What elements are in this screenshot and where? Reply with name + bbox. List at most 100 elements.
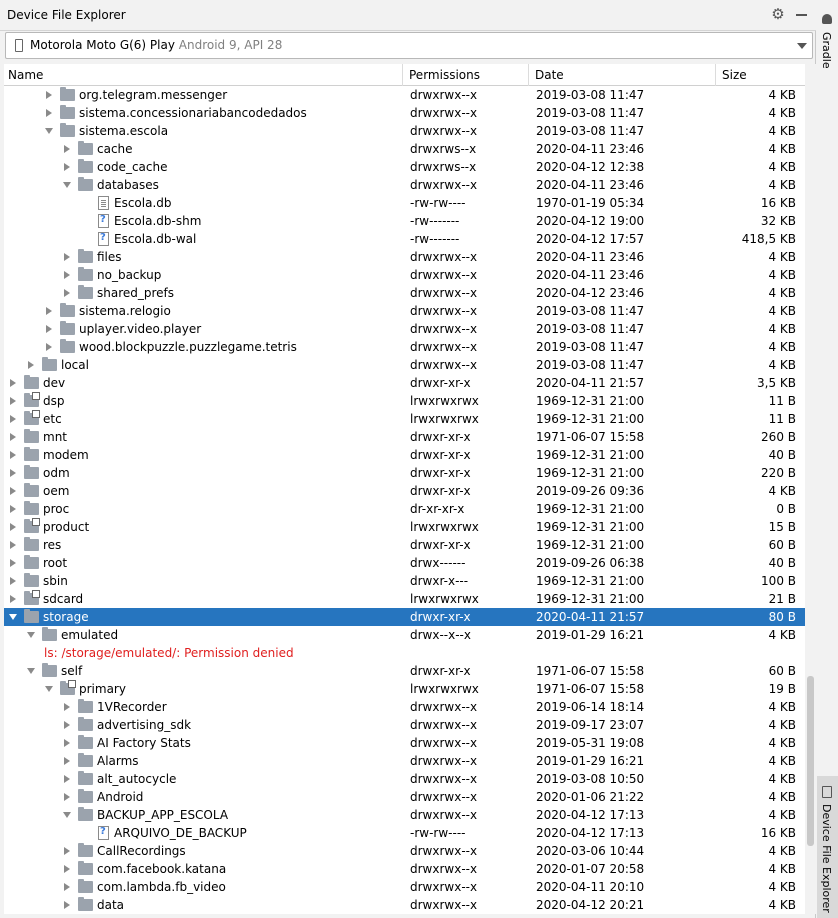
table-row[interactable]: Android drwxrwx--x 2020-01-06 21:22 4 KB bbox=[4, 788, 805, 806]
chevron-right-icon[interactable] bbox=[8, 482, 18, 500]
table-row[interactable]: Escola.db-wal -rw------- 2020-04-12 17:57 4… bbox=[4, 230, 805, 248]
table-row[interactable]: ls: /storage/emulated/: Permission denie… bbox=[4, 644, 805, 662]
table-row[interactable]: mnt drwxr-xr-x 1971-06-07 15:58 260 B bbox=[4, 428, 805, 446]
table-row[interactable]: com.facebook.katana drwxrwx--x 2020-01-07 … bbox=[4, 860, 805, 878]
chevron-right-icon[interactable] bbox=[8, 410, 18, 428]
table-row[interactable]: oem drwxr-xr-x 2019-09-26 09:36 4 KB bbox=[4, 482, 805, 500]
chevron-right-icon[interactable] bbox=[44, 338, 54, 356]
column-header-date[interactable]: Date bbox=[535, 68, 564, 82]
table-row[interactable]: uplayer.video.player drwxrwx--x 2019-03-08… bbox=[4, 320, 805, 338]
table-row[interactable]: ARQUIVO_DE_BACKUP -rw-rw---- 2020-04-12 17… bbox=[4, 824, 805, 842]
chevron-right-icon[interactable] bbox=[62, 752, 72, 770]
chevron-right-icon[interactable] bbox=[44, 86, 54, 104]
table-row[interactable]: modem drwxr-xr-x 1969-12-31 21:00 40 B bbox=[4, 446, 805, 464]
table-row[interactable]: proc dr-xr-xr-x 1969-12-31 21:00 0 B bbox=[4, 500, 805, 518]
table-row[interactable]: databases drwxrwx--x 2020-04-11 23:46 4 KB bbox=[4, 176, 805, 194]
table-row[interactable]: code_cache drwxrws--x 2020-04-12 12:38 4 KB bbox=[4, 158, 805, 176]
table-row[interactable]: storage drwxr-xr-x 2020-04-11 21:57 80 B bbox=[4, 608, 805, 626]
chevron-right-icon[interactable] bbox=[8, 446, 18, 464]
chevron-right-icon[interactable] bbox=[8, 374, 18, 392]
chevron-right-icon[interactable] bbox=[62, 878, 72, 896]
scrollbar-thumb[interactable] bbox=[807, 676, 814, 846]
table-row[interactable]: etc lrwxrwxrwx 1969-12-31 21:00 11 B bbox=[4, 410, 805, 428]
table-row[interactable]: emulated drwx--x--x 2019-01-29 16:21 4 KB bbox=[4, 626, 805, 644]
chevron-down-icon[interactable] bbox=[797, 43, 807, 49]
table-row[interactable]: Escola.db -rw-rw---- 1970-01-19 05:34 16 KB bbox=[4, 194, 805, 212]
gradle-tab[interactable]: Gradle bbox=[817, 8, 838, 70]
chevron-right-icon[interactable] bbox=[62, 284, 72, 302]
chevron-right-icon[interactable] bbox=[62, 788, 72, 806]
table-row[interactable]: sbin drwxr-x--- 1969-12-31 21:00 100 B bbox=[4, 572, 805, 590]
chevron-right-icon[interactable] bbox=[62, 770, 72, 788]
chevron-right-icon[interactable] bbox=[62, 734, 72, 752]
table-row[interactable]: Escola.db-shm -rw------- 2020-04-12 19:00 3… bbox=[4, 212, 805, 230]
gear-icon[interactable]: ⚙ bbox=[770, 6, 786, 22]
chevron-right-icon[interactable] bbox=[62, 266, 72, 284]
vertical-scrollbar[interactable] bbox=[805, 64, 816, 914]
table-row[interactable]: sistema.concessionariabancodedados drwxrw… bbox=[4, 104, 805, 122]
column-header-name[interactable]: Name bbox=[8, 68, 43, 82]
table-row[interactable]: no_backup drwxrwx--x 2020-04-11 23:46 4 KB bbox=[4, 266, 805, 284]
table-row[interactable]: sistema.escola drwxrwx--x 2019-03-08 11:47… bbox=[4, 122, 805, 140]
chevron-right-icon[interactable] bbox=[8, 500, 18, 518]
table-row[interactable]: cache drwxrws--x 2020-04-11 23:46 4 KB bbox=[4, 140, 805, 158]
chevron-down-icon[interactable] bbox=[8, 608, 18, 626]
chevron-right-icon[interactable] bbox=[8, 554, 18, 572]
chevron-right-icon[interactable] bbox=[44, 302, 54, 320]
chevron-down-icon[interactable] bbox=[62, 176, 72, 194]
table-row[interactable]: org.telegram.messenger drwxrwx--x 2019-03-… bbox=[4, 86, 805, 104]
table-row[interactable]: Alarms drwxrwx--x 2019-01-29 16:21 4 KB bbox=[4, 752, 805, 770]
table-row[interactable]: dev drwxr-xr-x 2020-04-11 21:57 3,5 KB bbox=[4, 374, 805, 392]
chevron-right-icon[interactable] bbox=[62, 248, 72, 266]
chevron-right-icon[interactable] bbox=[8, 536, 18, 554]
table-row[interactable]: AI Factory Stats drwxrwx--x 2019-05-31 19:… bbox=[4, 734, 805, 752]
table-row[interactable]: sdcard lrwxrwxrwx 1969-12-31 21:00 21 B bbox=[4, 590, 805, 608]
chevron-right-icon[interactable] bbox=[8, 518, 18, 536]
chevron-right-icon[interactable] bbox=[8, 590, 18, 608]
device-file-explorer-tab[interactable]: Device File Explorer bbox=[817, 776, 838, 918]
column-divider[interactable] bbox=[528, 64, 529, 86]
chevron-right-icon[interactable] bbox=[62, 842, 72, 860]
column-divider[interactable] bbox=[715, 64, 716, 86]
table-row[interactable]: com.lambda.fb_video drwxrwx--x 2020-04-11 … bbox=[4, 878, 805, 896]
table-row[interactable]: sistema.relogio drwxrwx--x 2019-03-08 11:4… bbox=[4, 302, 805, 320]
table-row[interactable]: 1VRecorder drwxrwx--x 2019-06-14 18:14 4 KB bbox=[4, 698, 805, 716]
table-row[interactable]: product lrwxrwxrwx 1969-12-31 21:00 15 B bbox=[4, 518, 805, 536]
table-row[interactable]: local drwxrwx--x 2019-03-08 11:47 4 KB bbox=[4, 356, 805, 374]
chevron-right-icon[interactable] bbox=[44, 104, 54, 122]
chevron-right-icon[interactable] bbox=[8, 392, 18, 410]
table-row[interactable]: dsp lrwxrwxrwx 1969-12-31 21:00 11 B bbox=[4, 392, 805, 410]
table-row[interactable]: wood.blockpuzzle.puzzlegame.tetris drwxrw… bbox=[4, 338, 805, 356]
chevron-right-icon[interactable] bbox=[62, 140, 72, 158]
chevron-right-icon[interactable] bbox=[62, 698, 72, 716]
chevron-right-icon[interactable] bbox=[26, 356, 36, 374]
chevron-right-icon[interactable] bbox=[8, 464, 18, 482]
table-row[interactable]: alt_autocycle drwxrwx--x 2019-03-08 10:50 4… bbox=[4, 770, 805, 788]
chevron-right-icon[interactable] bbox=[8, 428, 18, 446]
chevron-right-icon[interactable] bbox=[44, 320, 54, 338]
minimize-icon[interactable] bbox=[796, 14, 807, 16]
table-row[interactable]: root drwx------ 2019-09-26 06:38 40 B bbox=[4, 554, 805, 572]
table-row[interactable]: BACKUP_APP_ESCOLA drwxrwx--x 2020-04-12 17… bbox=[4, 806, 805, 824]
table-row[interactable]: shared_prefs drwxrwx--x 2020-04-12 23:46 4 … bbox=[4, 284, 805, 302]
table-row[interactable]: CallRecordings drwxrwx--x 2020-03-06 10:44… bbox=[4, 842, 805, 860]
chevron-right-icon[interactable] bbox=[62, 716, 72, 734]
column-header-size[interactable]: Size bbox=[722, 68, 747, 82]
table-row[interactable]: files drwxrwx--x 2020-04-11 23:46 4 KB bbox=[4, 248, 805, 266]
chevron-right-icon[interactable] bbox=[8, 572, 18, 590]
chevron-down-icon[interactable] bbox=[26, 662, 36, 680]
column-header-permissions[interactable]: Permissions bbox=[409, 68, 480, 82]
table-row[interactable]: data drwxrwx--x 2020-04-12 20:21 4 KB bbox=[4, 896, 805, 914]
chevron-down-icon[interactable] bbox=[44, 680, 54, 698]
chevron-down-icon[interactable] bbox=[26, 626, 36, 644]
chevron-down-icon[interactable] bbox=[44, 122, 54, 140]
chevron-down-icon[interactable] bbox=[62, 806, 72, 824]
table-row[interactable]: odm drwxr-xr-x 1969-12-31 21:00 220 B bbox=[4, 464, 805, 482]
table-row[interactable]: self drwxr-xr-x 1971-06-07 15:58 60 B bbox=[4, 662, 805, 680]
chevron-right-icon[interactable] bbox=[62, 896, 72, 914]
column-divider[interactable] bbox=[402, 64, 403, 86]
table-row[interactable]: advertising_sdk drwxrwx--x 2019-09-17 23:0… bbox=[4, 716, 805, 734]
device-selector[interactable]: Motorola Moto G(6) Play Android 9, API 2… bbox=[5, 32, 813, 59]
chevron-right-icon[interactable] bbox=[62, 158, 72, 176]
table-row[interactable]: res drwxr-xr-x 1969-12-31 21:00 60 B bbox=[4, 536, 805, 554]
